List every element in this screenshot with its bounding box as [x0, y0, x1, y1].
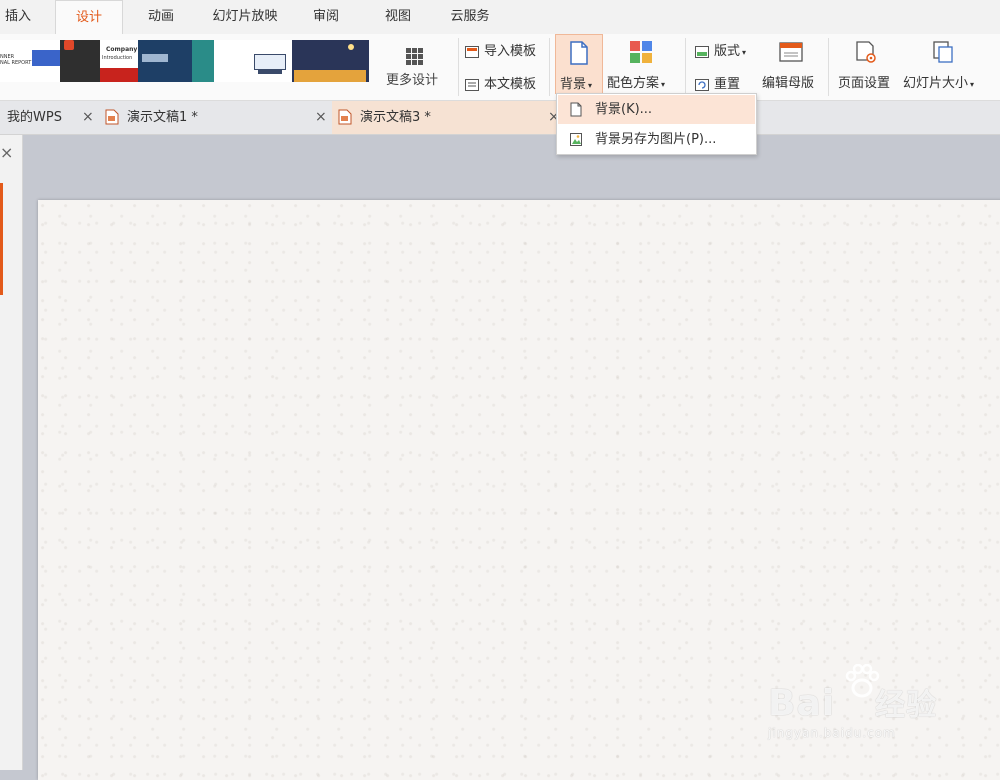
this-template-button[interactable]: 本文模板 [465, 73, 536, 92]
menu-bar: 插入 设计 动画 幻灯片放映 审阅 视图 云服务 [0, 0, 1000, 34]
slide-size-button[interactable]: 幻灯片大小 ▾ [903, 40, 993, 95]
tab-insert[interactable]: 插入 [0, 0, 36, 34]
this-template-label: 本文模板 [484, 77, 537, 92]
tab-cloud-service[interactable]: 云服务 [440, 0, 500, 34]
menu-item-label: 背景另存为图片(P)... [595, 132, 717, 147]
page-setup-button[interactable]: 页面设置 [836, 40, 898, 95]
color-scheme-label: 配色方案 ▾ [607, 76, 666, 91]
caret-down-icon: ▾ [970, 80, 975, 89]
thumb-shape [32, 50, 60, 66]
presentation-file-icon [338, 109, 352, 125]
menu-item-label: 背景(K)... [595, 102, 653, 117]
reset-icon [695, 78, 709, 91]
slide-size-icon [933, 41, 953, 63]
thumb-shape [142, 54, 168, 62]
template-thumb-blue[interactable] [32, 40, 60, 82]
thumb-text: NAL REPORT [0, 60, 32, 66]
close-icon[interactable]: × [82, 101, 94, 134]
color-palette-icon [630, 41, 652, 63]
tab-slideshow[interactable]: 幻灯片放映 [203, 0, 287, 34]
doc-tab-presentation1[interactable]: 演示文稿1 * × [100, 101, 332, 134]
watermark-brand: Bai 经验 [768, 683, 938, 724]
ribbon-divider [458, 38, 459, 96]
reset-button[interactable]: 重置 [695, 73, 740, 92]
background-dropdown-menu: 背景(K)... 背景另存为图片(P)... [556, 93, 757, 155]
grid-icon[interactable] [406, 48, 424, 66]
reset-label: 重置 [714, 77, 741, 92]
thumb-moon-icon [348, 44, 354, 50]
edit-master-label: 编辑母版 [762, 76, 815, 91]
slide-size-label: 幻灯片大小 ▾ [903, 76, 975, 91]
ribbon-divider [549, 38, 550, 96]
presentation-file-icon [105, 109, 119, 125]
ribbon-divider [828, 38, 829, 96]
template-thumb-desk[interactable] [214, 40, 292, 82]
thumb-logo-icon [64, 40, 74, 50]
background-button[interactable]: 背景 ▾ [555, 34, 603, 94]
layout-button[interactable]: 版式 ▾ [695, 40, 746, 59]
template-thumb-night-city[interactable] [292, 40, 369, 82]
import-template-button[interactable]: 导入模板 [465, 40, 536, 59]
baidu-jingyan-watermark: Bai 经验 jingyan.baidu.com [768, 664, 948, 752]
tab-design[interactable]: 设计 [55, 0, 123, 34]
document-tab-bar: 我的WPS × 演示文稿1 * × 演示文稿3 * × [0, 101, 1000, 135]
template-icon [465, 78, 479, 91]
doc-tab-label: 我的WPS [7, 110, 62, 125]
image-save-icon [570, 133, 582, 146]
color-scheme-button[interactable]: 配色方案 ▾ [607, 40, 677, 95]
layout-label: 版式 [714, 44, 741, 59]
doc-tab-label: 演示文稿1 * [127, 110, 198, 125]
selected-slide-indicator[interactable] [0, 183, 3, 295]
thumb-illustration [294, 70, 366, 82]
tab-view[interactable]: 视图 [375, 0, 421, 34]
thumb-text: Introduction [102, 55, 133, 61]
import-template-label: 导入模板 [484, 44, 537, 59]
ribbon-divider [685, 38, 686, 96]
layout-icon [695, 45, 709, 58]
template-thumb-report[interactable]: NNER NAL REPORT [0, 40, 32, 82]
doc-tab-label: 演示文稿3 * [360, 110, 431, 125]
thumb-text: Company [106, 46, 138, 53]
page-setup-icon [856, 41, 876, 63]
slide-thumbnail-panel: × [0, 135, 23, 770]
page-icon [570, 102, 582, 117]
edit-master-button[interactable]: 编辑母版 [760, 40, 822, 95]
thumb-shape [100, 68, 138, 82]
doc-tab-my-wps[interactable]: 我的WPS × [0, 101, 100, 134]
page-setup-label: 页面设置 [838, 76, 891, 91]
thumb-shape [192, 40, 214, 82]
caret-down-icon: ▾ [742, 48, 747, 57]
caret-down-icon: ▾ [661, 80, 666, 89]
close-panel-icon[interactable]: × [0, 143, 13, 162]
doc-tab-presentation3[interactable]: 演示文稿3 * × [332, 101, 560, 134]
menu-item-save-background-as-image[interactable]: 背景另存为图片(P)... [558, 125, 755, 154]
background-label: 背景 ▾ [560, 77, 593, 92]
tab-animation[interactable]: 动画 [136, 0, 186, 34]
watermark-url: jingyan.baidu.com [768, 726, 896, 740]
template-thumb-company[interactable]: Company Introduction [60, 40, 138, 82]
slide-master-icon [779, 42, 803, 62]
tab-review[interactable]: 审阅 [304, 0, 348, 34]
menu-item-background[interactable]: 背景(K)... [558, 95, 755, 124]
thumb-illustration [258, 70, 282, 74]
import-template-icon [465, 45, 479, 58]
close-icon[interactable]: × [315, 101, 327, 134]
more-design-button[interactable]: 更多设计 [386, 69, 438, 88]
caret-down-icon: ▾ [588, 81, 593, 90]
page-icon [570, 41, 588, 65]
thumb-illustration [254, 54, 286, 70]
template-thumb-navy[interactable] [138, 40, 214, 82]
